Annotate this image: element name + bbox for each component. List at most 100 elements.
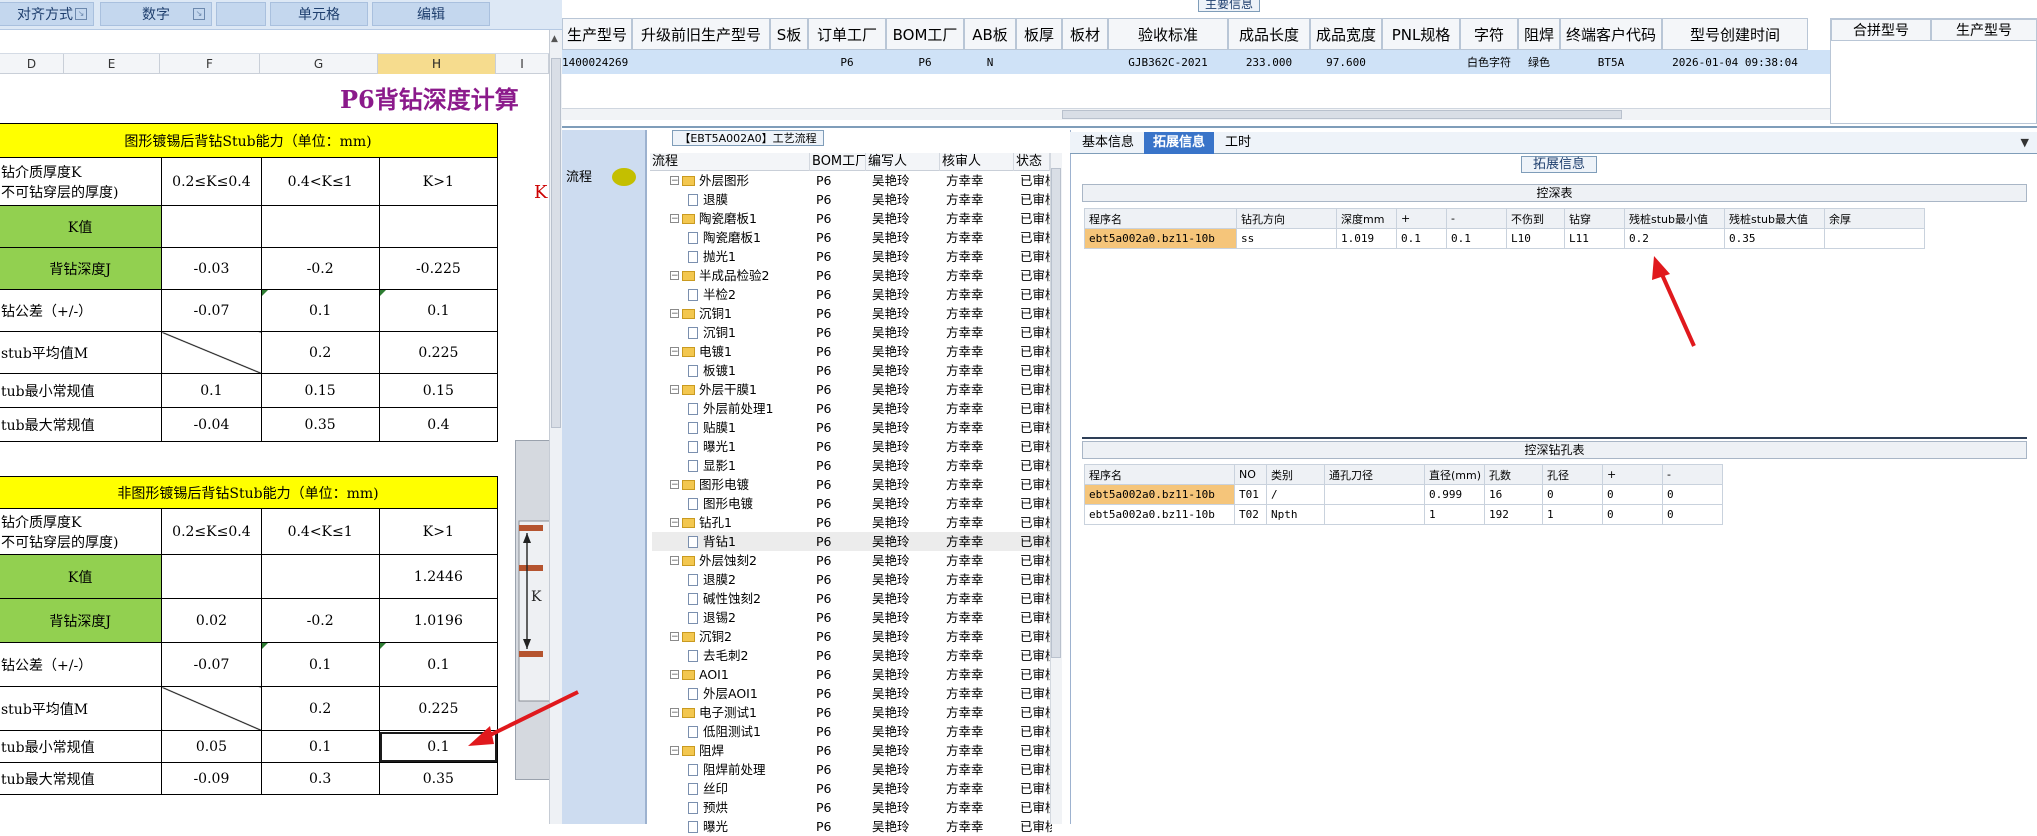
grid-cell[interactable] xyxy=(1016,50,1062,74)
tree-row[interactable]: 低阻测试1 P6 吴艳玲 方幸幸 已审核 xyxy=(652,722,1060,741)
tree-row[interactable]: − 钻孔1 P6 吴艳玲 方幸幸 已审核 xyxy=(652,513,1060,532)
column-header[interactable]: 成品长度 xyxy=(1228,18,1310,50)
row-label[interactable]: tub最小常规值 xyxy=(0,373,163,408)
column-header-e[interactable]: E xyxy=(64,54,160,74)
collapse-icon[interactable]: − xyxy=(670,708,679,718)
tree-node[interactable]: 低阻测试1 xyxy=(688,722,810,741)
column-header[interactable]: 成品宽度 xyxy=(1310,18,1382,50)
sheet-scroll-thumb[interactable] xyxy=(551,58,561,428)
row-label[interactable]: K值 xyxy=(0,554,163,599)
table-cell[interactable]: T01 xyxy=(1234,484,1267,505)
tree-row[interactable]: − 半成品检验2 P6 吴艳玲 方幸幸 已审核 xyxy=(652,266,1060,285)
table-cell[interactable]: Npth xyxy=(1266,504,1325,525)
table-cell[interactable]: 0.35 xyxy=(1724,228,1825,249)
tree-row[interactable]: 抛光1 P6 吴艳玲 方幸幸 已审核 xyxy=(652,247,1060,266)
table-row[interactable]: ebt5a002a0.bz11-10b T01/0.999 16 0 0 0 xyxy=(1084,484,1723,505)
column-header[interactable]: 编写人 xyxy=(866,153,940,171)
main-info-scroll-thumb[interactable] xyxy=(1062,110,1622,119)
grid-cell[interactable]: 绿色 xyxy=(1518,50,1560,74)
dialog-launcher-icon[interactable]: ↘ xyxy=(75,8,87,20)
cell[interactable] xyxy=(260,554,380,599)
column-header[interactable]: 余厚 xyxy=(1824,208,1925,229)
collapse-icon[interactable]: − xyxy=(670,632,679,642)
column-header[interactable]: + xyxy=(1602,464,1663,485)
table-cell[interactable] xyxy=(1824,228,1925,249)
cell[interactable]: 0.4 xyxy=(378,407,499,442)
column-header[interactable]: 核审人 xyxy=(940,153,1014,171)
collapse-icon[interactable]: − xyxy=(670,176,679,186)
grid-cell[interactable]: P6 xyxy=(886,50,964,74)
table-cell[interactable]: ebt5a002a0.bz11-10b xyxy=(1084,484,1235,505)
collapse-icon[interactable]: − xyxy=(670,518,679,528)
cell[interactable]: 0.1 xyxy=(161,373,262,408)
tree-node[interactable]: − 外层干膜1 xyxy=(670,380,810,399)
row-label[interactable]: 钻公差（+/-） xyxy=(0,289,163,332)
column-header-g[interactable]: G xyxy=(260,54,378,74)
tree-node[interactable]: − 陶瓷磨板1 xyxy=(670,209,810,228)
panel-menu-arrow-icon[interactable]: ▼ xyxy=(2021,136,2029,149)
range-cell[interactable]: 0.4<K≤1 xyxy=(260,157,380,206)
column-header[interactable]: 深度mm xyxy=(1336,208,1397,229)
tree-node[interactable]: 退锡2 xyxy=(688,608,810,627)
diagonal-cell[interactable] xyxy=(161,331,262,374)
table-cell[interactable]: 0 xyxy=(1602,484,1663,505)
table-cell[interactable] xyxy=(1324,504,1425,525)
tree-node[interactable]: − AOI1 xyxy=(670,665,810,684)
column-header[interactable]: 生产型号 xyxy=(1931,19,2037,41)
column-header[interactable]: 阻焊 xyxy=(1518,18,1560,50)
tree-node[interactable]: 图形电镀 xyxy=(688,494,810,513)
tree-row[interactable]: 退膜2 P6 吴艳玲 方幸幸 已审核 xyxy=(652,570,1060,589)
tree-row[interactable]: 外层前处理1 P6 吴艳玲 方幸幸 已审核 xyxy=(652,399,1060,418)
tree-row[interactable]: − 沉铜2 P6 吴艳玲 方幸幸 已审核 xyxy=(652,627,1060,646)
tree-node[interactable]: 曝光1 xyxy=(688,437,810,456)
tree-row[interactable]: 预烘 P6 吴艳玲 方幸幸 已审核 xyxy=(652,798,1060,817)
cell[interactable]: 0.02 xyxy=(161,598,262,643)
tree-row[interactable]: 沉铜1 P6 吴艳玲 方幸幸 已审核 xyxy=(652,323,1060,342)
column-header[interactable]: 孔径 xyxy=(1542,464,1603,485)
ribbon-group-alignment[interactable]: 对齐方式 ↘ xyxy=(0,2,94,26)
tree-node[interactable]: 阻焊前处理 xyxy=(688,760,810,779)
cell[interactable] xyxy=(161,205,262,248)
row-label[interactable]: tub最大常规值 xyxy=(0,762,163,795)
combined-model-grid[interactable]: 合拼型号 生产型号 xyxy=(1830,18,2037,124)
cell[interactable] xyxy=(378,205,499,248)
tree-node[interactable]: − 沉铜2 xyxy=(670,627,810,646)
collapse-icon[interactable]: − xyxy=(670,271,679,281)
cell[interactable] xyxy=(161,554,262,599)
ribbon-group-number[interactable]: 数字 ↘ xyxy=(100,2,212,26)
collapse-icon[interactable]: − xyxy=(670,347,679,357)
tree-node[interactable]: 丝印 xyxy=(688,779,810,798)
tree-node[interactable]: 抛光1 xyxy=(688,247,810,266)
column-header[interactable]: 钻孔方向 xyxy=(1236,208,1337,229)
table-cell[interactable]: 0.999 xyxy=(1424,484,1485,505)
column-header[interactable]: NO xyxy=(1234,464,1267,485)
tree-row[interactable]: − 外层图形 P6 吴艳玲 方幸幸 已审核 xyxy=(652,171,1060,190)
column-header-f[interactable]: F xyxy=(160,54,260,74)
cell[interactable]: 0.15 xyxy=(378,373,499,408)
table-row[interactable]: ebt5a002a0.bz11-10b T02 Npth 1 192 1 0 0 xyxy=(1084,504,1723,525)
tree-node[interactable]: 预烘 xyxy=(688,798,810,817)
column-header[interactable]: 孔数 xyxy=(1484,464,1543,485)
tree-row[interactable]: − 陶瓷磨板1 P6 吴艳玲 方幸幸 已审核 xyxy=(652,209,1060,228)
column-header-d[interactable]: D xyxy=(0,54,64,74)
tree-row[interactable]: 陶瓷磨板1 P6 吴艳玲 方幸幸 已审核 xyxy=(652,228,1060,247)
cell[interactable]: 0.3 xyxy=(260,762,380,795)
ribbon-group-styles[interactable] xyxy=(216,2,266,26)
dialog-launcher-icon[interactable]: ↘ xyxy=(193,8,205,20)
tree-row[interactable]: 曝光1 P6 吴艳玲 方幸幸 已审核 xyxy=(652,437,1060,456)
table-cell[interactable]: 0 xyxy=(1602,504,1663,525)
column-header[interactable]: 型号创建时间 xyxy=(1662,18,1808,50)
table-cell[interactable]: 0.1 xyxy=(1396,228,1447,249)
cell[interactable]: -0.07 xyxy=(161,289,262,332)
table-cell[interactable]: ss xyxy=(1236,228,1337,249)
range-cell[interactable]: K>1 xyxy=(378,157,499,206)
process-tree-scroll-thumb[interactable] xyxy=(1051,168,1061,658)
tree-node[interactable]: − 图形电镀 xyxy=(670,475,810,494)
cell[interactable]: 0.35 xyxy=(260,407,380,442)
scroll-up-icon[interactable]: ▲ xyxy=(551,34,561,46)
table-cell[interactable]: / xyxy=(1266,484,1325,505)
column-header[interactable]: 通孔刀径 xyxy=(1324,464,1425,485)
tab-extended-info[interactable]: 拓展信息 xyxy=(1144,132,1214,154)
cell[interactable]: 0.2 xyxy=(260,331,380,374)
column-header[interactable]: 状态 xyxy=(1014,153,1050,171)
